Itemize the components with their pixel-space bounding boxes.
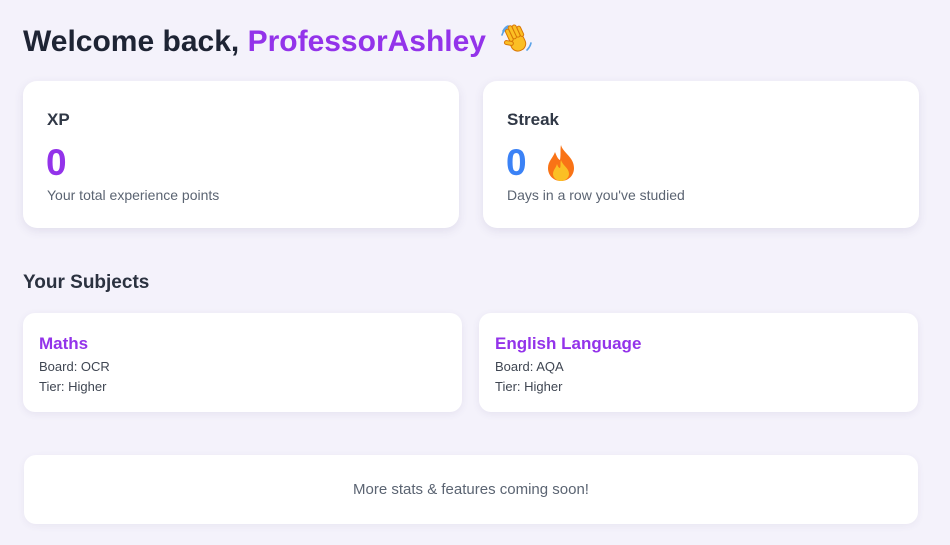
coming-soon-banner: More stats & features coming soon! xyxy=(24,455,918,524)
streak-value-row: 0 xyxy=(506,141,577,185)
subject-name: English Language xyxy=(495,334,642,353)
welcome-heading: Welcome back, ProfessorAshley xyxy=(23,22,534,61)
greeting-text: Welcome back, xyxy=(23,25,240,58)
xp-value-row: 0 xyxy=(46,141,67,185)
streak-description: Days in a row you've studied xyxy=(507,187,685,203)
subjects-heading: Your Subjects xyxy=(23,272,150,293)
coming-soon-text: More stats & features coming soon! xyxy=(353,481,589,498)
subject-board: Board: OCR xyxy=(39,359,110,374)
xp-value: 0 xyxy=(46,142,67,183)
xp-description: Your total experience points xyxy=(47,187,220,203)
subject-name: Maths xyxy=(39,334,89,353)
waving-hand-icon xyxy=(501,24,533,52)
streak-value: 0 xyxy=(506,142,527,183)
subject-board: Board: AQA xyxy=(495,359,564,374)
fire-icon xyxy=(547,145,574,181)
dashboard-page: Welcome back, ProfessorAshley XP 0 Your … xyxy=(0,0,950,545)
subject-card-maths[interactable]: Maths Board: OCR Tier: Higher xyxy=(23,313,462,412)
subject-tier: Tier: Higher xyxy=(39,379,107,394)
xp-title: XP xyxy=(47,110,70,129)
xp-card: XP 0 Your total experience points xyxy=(23,81,459,228)
username: ProfessorAshley xyxy=(247,25,486,58)
streak-card: Streak 0 Days in a row you've studied xyxy=(483,81,919,228)
streak-title: Streak xyxy=(507,110,559,129)
subject-tier: Tier: Higher xyxy=(495,379,563,394)
subject-card-english-language[interactable]: English Language Board: AQA Tier: Higher xyxy=(479,313,918,412)
